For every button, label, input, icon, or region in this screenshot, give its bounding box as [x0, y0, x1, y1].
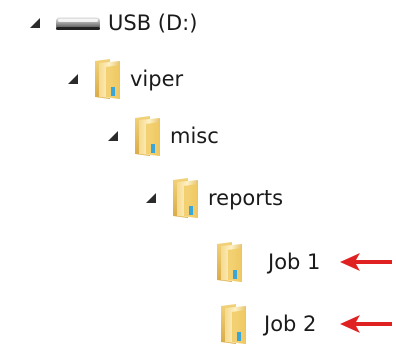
tree-node-job-1[interactable]: Job 1: [214, 240, 320, 284]
tree-node-job-2[interactable]: Job 2: [218, 302, 316, 346]
folder-icon: [92, 57, 124, 101]
folder-icon: [170, 176, 202, 220]
tree-node-label: misc: [170, 124, 219, 148]
tree-node-viper[interactable]: viper: [66, 57, 183, 101]
annotation-arrow-icon: [340, 314, 392, 334]
expand-triangle-icon[interactable]: [144, 191, 158, 205]
tree-node-label: reports: [208, 186, 284, 210]
tree-node-misc[interactable]: misc: [106, 114, 219, 158]
tree-node-label: USB (D:): [108, 11, 198, 35]
expand-triangle-icon[interactable]: [28, 16, 42, 30]
tree-node-label: viper: [130, 67, 184, 91]
annotation-arrow-icon: [340, 252, 392, 272]
tree-node-reports[interactable]: reports: [144, 176, 283, 220]
folder-icon: [214, 240, 246, 284]
folder-icon: [218, 302, 250, 346]
tree-node-label: Job 1: [268, 250, 321, 274]
expand-triangle-icon[interactable]: [106, 129, 120, 143]
usb-drive-icon: [54, 11, 102, 35]
tree-node-label: Job 2: [264, 312, 317, 336]
folder-icon: [132, 114, 164, 158]
expand-triangle-icon[interactable]: [66, 72, 80, 86]
tree-node-usb-drive[interactable]: USB (D:): [28, 8, 197, 38]
